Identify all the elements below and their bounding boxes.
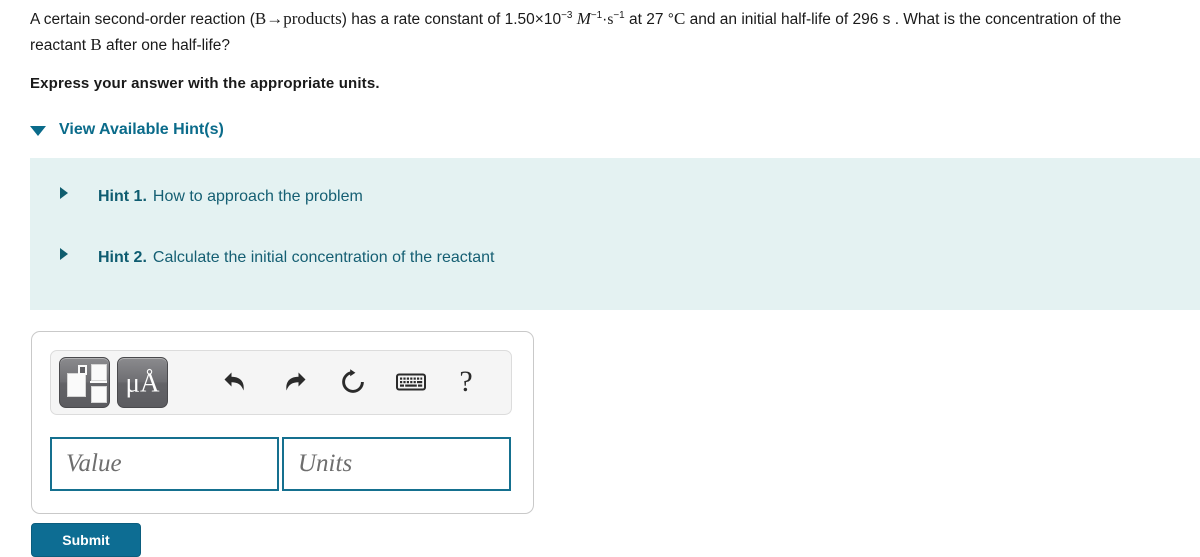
submit-button[interactable]: Submit [31,523,141,557]
units-input-placeholder: Units [298,450,353,477]
question-text-part3: at 27 [624,11,664,28]
undo-button[interactable] [219,365,253,399]
question-text-part1: A certain second-order reaction ( [30,11,255,28]
greek-units-icon: μÅ [125,367,160,397]
help-button[interactable]: ? [449,365,483,399]
undo-arrow-icon [224,372,244,391]
hint-item-2[interactable]: Hint 2. Calculate the initial concentrat… [60,248,495,267]
caret-right-icon [60,187,68,199]
view-available-hints-toggle[interactable]: View Available Hint(s) [30,121,224,139]
reset-circular-arrow-icon [342,369,364,393]
math-template-icon [67,373,86,397]
fraction-bar-icon [90,381,107,383]
hint-1-text: How to approach the problem [152,188,363,205]
celsius-symbol: C [673,9,686,28]
caret-down-icon [30,126,46,136]
hint-2-text: Calculate the initial concentration of t… [152,249,495,266]
rate-constant-units: M−1·s−1 [576,9,625,28]
question-text-part5: after one half-life? [101,37,231,54]
hints-panel: Hint 1. How to approach the problem Hint… [30,158,1200,310]
reactant-formula: B→products [254,9,342,28]
redo-button[interactable] [277,365,311,399]
reset-button[interactable] [336,365,370,399]
value-input-placeholder: Value [66,450,122,477]
value-input[interactable]: Value [50,437,279,491]
answer-toolbar: μÅ ? [50,350,512,415]
hint-1-label: Hint 1. [98,188,147,205]
molarity-symbol: M [576,9,591,28]
template-button[interactable] [59,357,110,408]
seconds-exponent: −1 [613,9,625,21]
molarity-exponent: −1 [590,9,603,21]
unit-button[interactable]: μÅ [117,357,168,408]
hint-2-label: Hint 2. [98,249,147,266]
keyboard-button[interactable] [394,365,428,399]
answer-entry-box: μÅ ? Value Units [31,331,534,514]
redo-arrow-icon [286,372,306,391]
reactant-symbol: B [90,35,102,54]
rate-constant-exponent: −3 [561,9,573,21]
superscript-box-icon [78,365,87,375]
view-available-hints-label: View Available Hint(s) [59,121,224,138]
question-stem: A certain second-order reaction (B→produ… [30,6,1180,58]
question-mark-icon: ? [459,365,473,398]
hint-item-1[interactable]: Hint 1. How to approach the problem [60,187,363,206]
fraction-denominator-icon [91,386,107,403]
keyboard-icon [396,373,426,391]
express-answer-instruction: Express your answer with the appropriate… [30,75,380,92]
question-text-part2: ) has a rate constant of 1.50×10 [341,11,562,28]
caret-right-icon [60,248,68,260]
fraction-numerator-icon [91,364,107,381]
units-input[interactable]: Units [282,437,511,491]
temperature-unit: °C [668,9,686,28]
